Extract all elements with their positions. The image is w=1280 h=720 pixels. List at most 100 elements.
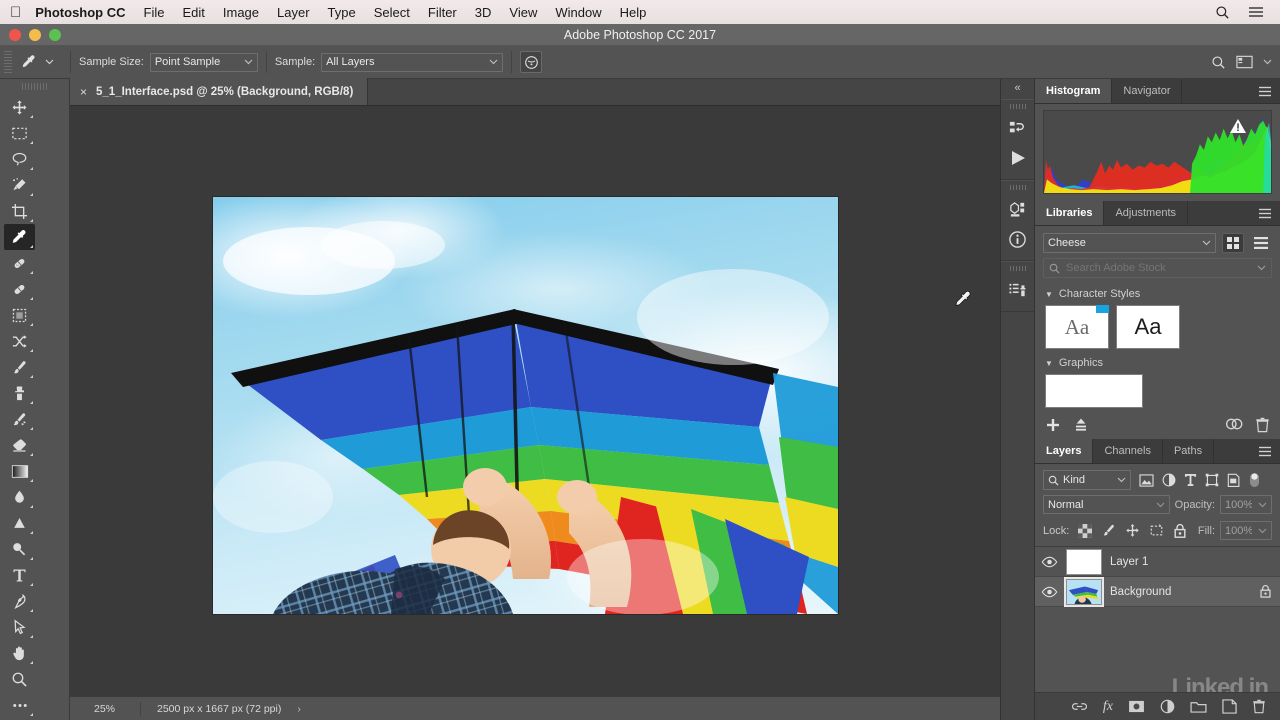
filter-smart-object-icon[interactable] <box>1227 473 1240 487</box>
info-icon[interactable] <box>1001 224 1034 254</box>
tool-preset-picker[interactable] <box>17 53 62 71</box>
menu-3d[interactable]: 3D <box>475 5 492 20</box>
workspace-switcher-icon[interactable] <box>1236 55 1253 69</box>
history-icon[interactable] <box>1001 113 1034 143</box>
pen-tool[interactable] <box>4 588 35 614</box>
gradient-tool[interactable] <box>4 458 35 484</box>
section-character-styles[interactable]: ▼ Character Styles <box>1035 284 1280 303</box>
path-selection-tool[interactable] <box>4 614 35 640</box>
section-graphics[interactable]: ▼ Graphics <box>1035 353 1280 372</box>
character-style-item[interactable]: Aa <box>1116 305 1180 349</box>
collapse-panels-button[interactable]: « <box>1001 79 1034 99</box>
menu-type[interactable]: Type <box>328 5 356 20</box>
histogram-graph[interactable] <box>1043 110 1272 194</box>
document-tab[interactable]: × 5_1_Interface.psd @ 25% (Background, R… <box>70 78 369 105</box>
lasso-tool[interactable] <box>4 146 35 172</box>
search-input[interactable] <box>1066 262 1251 274</box>
spot-healing-brush-tool[interactable] <box>4 250 35 276</box>
tab-layers[interactable]: Layers <box>1035 439 1094 463</box>
upload-icon[interactable] <box>1073 417 1089 433</box>
menu-image[interactable]: Image <box>223 5 259 20</box>
table-row[interactable]: Background <box>1035 576 1280 607</box>
tab-paths[interactable]: Paths <box>1163 439 1215 463</box>
layer-thumbnail[interactable] <box>1064 576 1104 607</box>
trash-icon[interactable] <box>1255 417 1270 433</box>
sampling-ring-toggle[interactable] <box>520 51 543 73</box>
frame-tool[interactable] <box>4 302 35 328</box>
menu-window[interactable]: Window <box>555 5 601 20</box>
lock-position-icon[interactable] <box>1125 523 1140 538</box>
rail-grip[interactable] <box>1009 266 1026 271</box>
status-expand-icon[interactable]: › <box>281 703 301 715</box>
type-tool[interactable] <box>4 562 35 588</box>
workspace-chevron-icon[interactable] <box>1263 59 1272 65</box>
filter-type-icon[interactable] <box>1184 473 1197 487</box>
filter-pixel-icon[interactable] <box>1139 473 1154 487</box>
burn-tool[interactable] <box>4 536 35 562</box>
spotlight-search-icon[interactable] <box>1215 5 1230 20</box>
control-center-icon[interactable] <box>1248 6 1264 18</box>
new-layer-icon[interactable] <box>1222 699 1237 714</box>
menu-file[interactable]: File <box>144 5 165 20</box>
lock-transparency-icon[interactable] <box>1078 523 1093 538</box>
filter-toggle-icon[interactable] <box>1248 472 1261 488</box>
blend-mode-select[interactable]: Normal <box>1043 495 1170 514</box>
list-view-icon[interactable] <box>1250 233 1272 253</box>
disclosure-triangle-icon[interactable]: ▼ <box>1045 290 1053 299</box>
play-icon[interactable] <box>1001 143 1034 173</box>
canvas-area[interactable]: 人人素材 <box>70 106 1000 696</box>
tab-libraries[interactable]: Libraries <box>1035 201 1105 225</box>
rail-grip[interactable] <box>1009 185 1026 190</box>
add-icon[interactable] <box>1045 417 1061 433</box>
chevron-down-icon[interactable] <box>45 59 54 65</box>
filter-shape-icon[interactable] <box>1205 473 1219 487</box>
options-bar-grip[interactable] <box>4 50 12 74</box>
panel-menu-icon[interactable] <box>1250 79 1280 103</box>
menu-view[interactable]: View <box>509 5 537 20</box>
panel-menu-icon[interactable] <box>1250 439 1280 463</box>
apple-logo-icon[interactable]:  <box>10 5 21 20</box>
history-brush-tool[interactable] <box>4 406 35 432</box>
disclosure-triangle-icon[interactable]: ▼ <box>1045 359 1053 368</box>
3d-icon[interactable] <box>1001 194 1034 224</box>
tab-navigator[interactable]: Navigator <box>1112 79 1183 103</box>
tab-adjustments[interactable]: Adjustments <box>1104 201 1188 225</box>
link-layers-icon[interactable] <box>1071 701 1088 712</box>
tab-channels[interactable]: Channels <box>1093 439 1163 463</box>
layer-lock-icon[interactable] <box>1259 584 1272 599</box>
cached-data-warning-icon[interactable] <box>1229 118 1247 134</box>
filter-adjustment-icon[interactable] <box>1162 473 1176 487</box>
adobe-stock-search[interactable] <box>1043 258 1272 278</box>
fill-field[interactable]: 100% <box>1220 521 1272 540</box>
eraser-tool[interactable] <box>4 432 35 458</box>
tools-panel-grip[interactable] <box>21 83 48 90</box>
clone-source-icon[interactable] <box>1001 275 1034 305</box>
quick-selection-tool[interactable] <box>4 172 35 198</box>
layer-visibility-icon[interactable] <box>1041 586 1058 598</box>
layer-styles-icon[interactable]: fx <box>1103 699 1113 715</box>
adjustment-layer-icon[interactable] <box>1160 699 1175 714</box>
layer-visibility-icon[interactable] <box>1041 556 1058 568</box>
hand-tool[interactable] <box>4 640 35 666</box>
zoom-level[interactable]: 25% <box>70 703 140 715</box>
table-row[interactable]: Layer 1 <box>1035 547 1280 577</box>
clone-stamp-tool[interactable] <box>4 380 35 406</box>
dodge-tool[interactable] <box>4 510 35 536</box>
menubar-app-name[interactable]: Photoshop CC <box>35 5 125 20</box>
creative-cloud-icon[interactable] <box>1225 417 1243 433</box>
tab-histogram[interactable]: Histogram <box>1035 79 1113 103</box>
character-style-item[interactable]: Aa <box>1045 305 1109 349</box>
layer-kind-filter[interactable]: Kind <box>1043 470 1131 490</box>
menu-filter[interactable]: Filter <box>428 5 457 20</box>
zoom-tool[interactable] <box>4 666 35 692</box>
blur-tool[interactable] <box>4 484 35 510</box>
graphic-item[interactable] <box>1045 374 1143 408</box>
menu-help[interactable]: Help <box>620 5 647 20</box>
shuffle-tool[interactable] <box>4 328 35 354</box>
lock-all-icon[interactable] <box>1173 523 1187 539</box>
menu-select[interactable]: Select <box>374 5 410 20</box>
layer-mask-icon[interactable] <box>1128 700 1145 713</box>
move-tool[interactable] <box>4 94 35 120</box>
options-search-icon[interactable] <box>1211 55 1226 70</box>
menu-edit[interactable]: Edit <box>182 5 204 20</box>
